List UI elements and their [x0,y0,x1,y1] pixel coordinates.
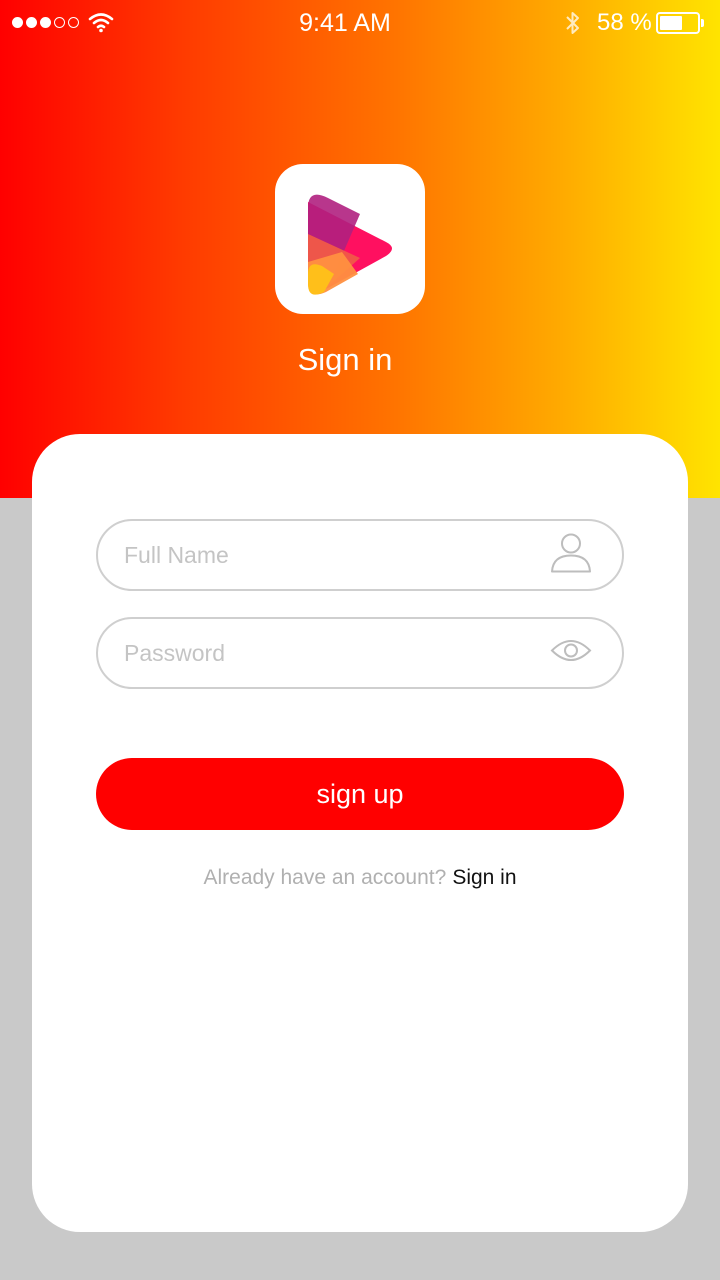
sign-up-button[interactable]: sign up [96,758,624,830]
account-question: Already have an account? [203,866,447,889]
status-bar: 9:41 AM 58 % [0,0,720,46]
status-time: 9:41 AM [299,9,391,37]
page-title: Sign in [297,342,393,377]
full-name-field[interactable] [96,519,624,591]
full-name-input[interactable] [124,521,524,589]
battery-icon [656,12,700,34]
password-field[interactable] [96,617,624,689]
battery-tip [701,19,704,27]
bluetooth-icon [563,10,583,43]
sign-in-link[interactable]: Sign in [452,866,516,889]
password-input[interactable] [124,619,524,687]
app-logo-icon [275,164,425,314]
battery-percentage: 58 % [597,9,652,36]
signin-card: sign up Already have an account?Sign in [32,434,688,1232]
eye-icon[interactable] [550,638,592,669]
user-icon [550,532,592,579]
signin-prompt: Already have an account? Sign in [32,866,688,890]
